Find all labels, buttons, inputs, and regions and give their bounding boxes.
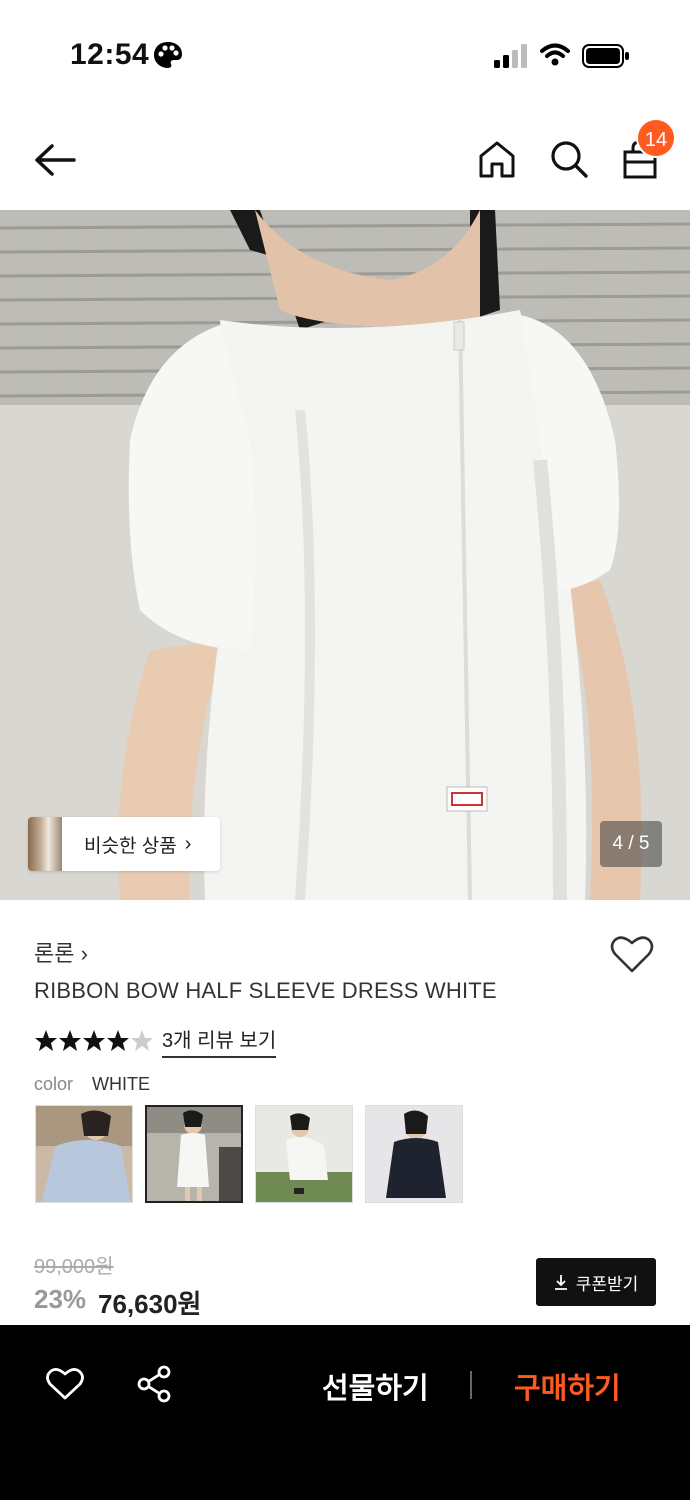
palette-icon (154, 42, 182, 68)
sale-price: 76,630원 (98, 1289, 202, 1319)
search-icon[interactable] (548, 138, 590, 180)
battery-icon (582, 44, 629, 68)
chevron-right-icon: › (184, 832, 192, 855)
discount-rate: 23% (34, 1284, 87, 1314)
heart-icon[interactable] (610, 934, 654, 974)
buy-button[interactable]: 구매하기 (514, 1365, 621, 1407)
similar-products-button[interactable]: 비슷한 상품 › (28, 817, 220, 871)
coupon-label: 쿠폰받기 (575, 1274, 639, 1294)
app-header: 14 (0, 110, 690, 210)
star-filled-icon (35, 1030, 57, 1051)
color-swatch[interactable] (35, 1105, 133, 1203)
brand-link[interactable]: 론론 › (34, 936, 88, 968)
divider (470, 1371, 472, 1399)
image-page-indicator: 4 / 5 (600, 821, 662, 867)
product-rating: 3개 리뷰 보기 (34, 1024, 277, 1058)
star-empty-icon (131, 1030, 153, 1051)
heart-icon[interactable] (46, 1367, 84, 1401)
review-link[interactable]: 3개 리뷰 보기 (162, 1024, 277, 1058)
status-bar: 12:54 (0, 0, 690, 110)
color-swatch[interactable] (365, 1105, 463, 1203)
bottom-action-bar: 선물하기 구매하기 (0, 1325, 690, 1500)
wifi-icon (540, 43, 570, 66)
color-swatch[interactable] (255, 1105, 353, 1203)
share-icon[interactable] (136, 1365, 172, 1403)
product-name: RIBBON BOW HALF SLEEVE DRESS WHITE (34, 978, 497, 1003)
product-image[interactable] (0, 210, 690, 900)
original-price: 99,000원 (34, 1256, 114, 1278)
home-icon[interactable] (476, 138, 518, 180)
similar-products-thumbnail (28, 817, 62, 871)
download-icon (554, 1275, 567, 1290)
similar-products-label: 비슷한 상품 (84, 835, 177, 857)
cart-count-badge: 14 (636, 118, 676, 158)
star-filled-icon (59, 1030, 81, 1051)
coupon-download-button[interactable]: 쿠폰받기 (536, 1258, 656, 1306)
color-label: color (34, 1074, 74, 1094)
color-swatches (35, 1105, 475, 1203)
back-arrow-icon[interactable] (30, 138, 78, 182)
star-filled-icon (83, 1030, 105, 1051)
color-swatch-selected[interactable] (145, 1105, 243, 1203)
gift-button[interactable]: 선물하기 (322, 1365, 429, 1407)
cellular-signal-icon (494, 44, 527, 68)
status-time: 12:54 (70, 38, 150, 71)
star-filled-icon (107, 1030, 129, 1051)
color-value: WHITE (92, 1074, 150, 1094)
